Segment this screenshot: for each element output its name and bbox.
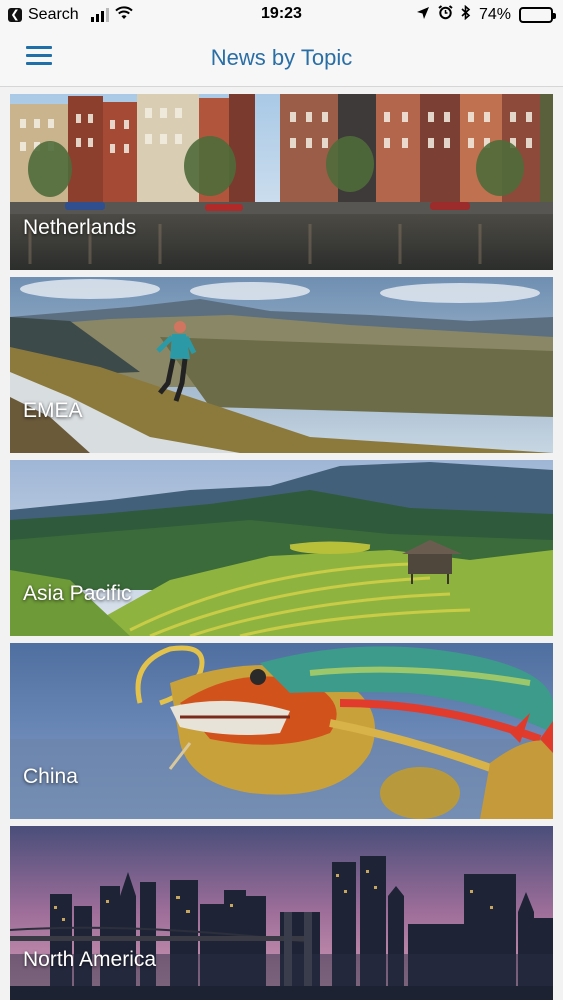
alarm-clock-icon — [438, 5, 453, 25]
nav-header: News by Topic — [0, 30, 563, 87]
north-america-skyline-image — [10, 826, 553, 1000]
topic-label: Netherlands — [23, 216, 137, 239]
battery-icon — [519, 7, 556, 23]
topic-card-asia-pacific[interactable]: Asia Pacific — [10, 460, 553, 636]
page-title: News by Topic — [210, 45, 353, 70]
topic-label: China — [23, 765, 78, 788]
netherlands-canal-image — [10, 94, 553, 270]
topic-label: North America — [23, 948, 157, 971]
topic-card-china[interactable]: China — [10, 643, 553, 819]
status-bar: ❮ Search 19:23 74% — [0, 0, 563, 30]
topic-label: Asia Pacific — [23, 582, 132, 605]
topic-card-north-america[interactable]: North America — [10, 826, 553, 1000]
topic-list: Netherlands EMEA Asia Pacific China Nort… — [10, 94, 553, 1000]
emea-mountain-runner-image — [10, 277, 553, 453]
bluetooth-icon — [461, 4, 471, 25]
topic-card-netherlands[interactable]: Netherlands — [10, 94, 553, 270]
asia-pacific-rice-terraces-image — [10, 460, 553, 636]
location-arrow-icon — [416, 6, 430, 25]
status-right: 74% — [416, 4, 556, 25]
topic-label: EMEA — [23, 399, 83, 422]
battery-percent: 74% — [478, 6, 511, 23]
topic-card-emea[interactable]: EMEA — [10, 277, 553, 453]
china-dragon-sculpture-image — [10, 643, 553, 819]
